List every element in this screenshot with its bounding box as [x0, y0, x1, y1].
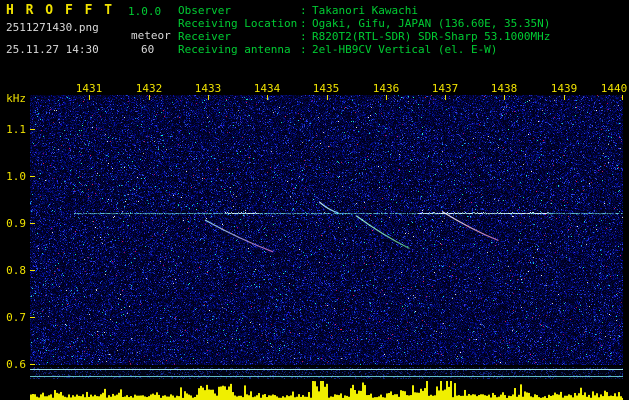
spectrogram-canvas	[30, 95, 623, 365]
freq-axis: 1.1 1.0 0.9 0.8 0.7 0.6	[0, 0, 28, 400]
duration-label: 60	[141, 43, 155, 56]
info-label: Observer	[178, 4, 231, 17]
time-tick-label: 1435	[312, 82, 340, 95]
time-tick-label: 1438	[490, 82, 518, 95]
freq-tick-label: 0.7	[6, 311, 26, 324]
time-tick-label: 1432	[135, 82, 163, 95]
info-row-observer: Observer: Takanori Kawachi	[178, 4, 628, 17]
info-row-antenna: Receiving antenna:2el-HB9CV Vertical (el…	[178, 43, 628, 56]
mode-label: meteor	[131, 29, 171, 42]
app-version: 1.0.0	[128, 5, 162, 18]
info-value: R820T2(RTL-SDR) SDR-Sharp 53.1000MHz	[312, 30, 551, 43]
info-colon: :	[300, 4, 307, 17]
freq-tick-label: 1.0	[6, 170, 26, 183]
info-value: Takanori Kawachi	[312, 4, 418, 17]
time-tick-label: 1434	[253, 82, 281, 95]
signal-level-bars-canvas	[30, 380, 623, 400]
info-value: Ogaki, Gifu, JAPAN (136.60E, 35.35N)	[312, 17, 551, 30]
freq-tick-label: 0.9	[6, 217, 26, 230]
info-colon: :	[300, 17, 307, 30]
info-colon: :	[300, 30, 307, 43]
freq-tick-label: 0.6	[6, 358, 26, 371]
info-row-receiver: Receiver: R820T2(RTL-SDR) SDR-Sharp 53.10…	[178, 30, 628, 43]
info-label: Receiving antenna	[178, 43, 291, 56]
time-tick-label: 1439	[550, 82, 578, 95]
time-tick-label: 1436	[372, 82, 400, 95]
freq-tick-label: 1.1	[6, 123, 26, 136]
time-tick-label: 1440	[600, 82, 628, 95]
detector-strip-canvas	[30, 367, 623, 379]
station-info: Observer: Takanori Kawachi Receiving Loca…	[178, 4, 628, 56]
freq-tick-label: 0.8	[6, 264, 26, 277]
time-tick-label: 1431	[75, 82, 103, 95]
info-row-location: Receiving Location: Ogaki, Gifu, JAPAN (1…	[178, 17, 628, 30]
hrofft-window: H R O F F T 1.0.0 2511271430.png meteor …	[0, 0, 629, 400]
info-value: 2el-HB9CV Vertical (el. E-W)	[312, 43, 498, 56]
info-label: Receiver	[178, 30, 231, 43]
info-colon: :	[300, 43, 307, 56]
time-tick-label: 1433	[194, 82, 222, 95]
time-axis: 1431 1432 1433 1434 1435 1436 1437 1438 …	[0, 82, 629, 95]
time-tick-label: 1437	[431, 82, 459, 95]
info-label: Receiving Location	[178, 17, 298, 30]
